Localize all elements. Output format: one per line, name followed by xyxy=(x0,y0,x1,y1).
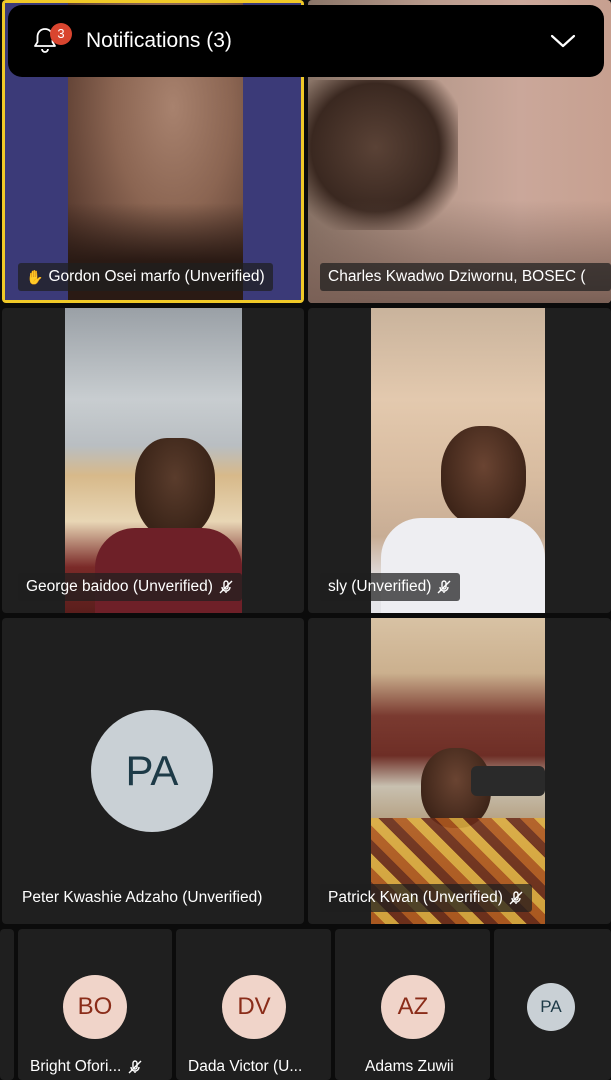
participant-tile-sly[interactable]: sly (Unverified) xyxy=(308,308,611,613)
participant-name: sly (Unverified) xyxy=(328,578,432,595)
chevron-down-icon[interactable] xyxy=(550,31,576,51)
participant-name: Adams Zuwii xyxy=(365,1058,454,1075)
participant-name-bar: Patrick Kwan (Unverified) xyxy=(320,884,532,912)
participant-name-bar: Charles Kwadwo Dziwornu, BOSEC ( xyxy=(320,263,611,291)
strip-tile-partial[interactable] xyxy=(0,929,14,1080)
participant-avatar: PA xyxy=(527,983,575,1031)
mic-muted-icon xyxy=(509,891,523,905)
notifications-banner[interactable]: 3 Notifications (3) xyxy=(8,5,604,77)
participant-name-bar: Adams Zuwii xyxy=(365,1058,482,1076)
participant-name: George baidoo (Unverified) xyxy=(26,578,213,595)
participant-tile-peter[interactable]: PA Peter Kwashie Adzaho (Unverified) xyxy=(2,618,304,924)
strip-tile-pa[interactable]: PA xyxy=(494,929,611,1080)
notification-count-badge: 3 xyxy=(50,23,72,45)
participant-name-bar: George baidoo (Unverified) xyxy=(18,573,242,601)
participant-name-bar: Dada Victor (U... xyxy=(188,1058,323,1076)
participant-name: Dada Victor (U... xyxy=(188,1058,303,1075)
mic-muted-icon xyxy=(437,580,451,594)
mic-muted-icon xyxy=(128,1060,142,1074)
participant-name: Charles Kwadwo Dziwornu, BOSEC ( xyxy=(328,268,586,285)
participant-tile-george[interactable]: George baidoo (Unverified) xyxy=(2,308,304,613)
participant-tile-patrick[interactable]: Patrick Kwan (Unverified) xyxy=(308,618,611,924)
raised-hand-icon: ✋ xyxy=(26,269,44,285)
video-feed xyxy=(371,308,545,613)
strip-tile-dada[interactable]: DV Dada Victor (U... xyxy=(176,929,331,1080)
participant-avatar: DV xyxy=(222,975,286,1039)
participant-avatar: PA xyxy=(91,710,213,832)
participant-name-bar: Peter Kwashie Adzaho (Unverified) xyxy=(14,884,270,912)
strip-tile-adams[interactable]: AZ Adams Zuwii xyxy=(335,929,490,1080)
mic-muted-icon xyxy=(219,580,233,594)
participant-avatar: BO xyxy=(63,975,127,1039)
participant-name-bar: Bright Ofori... xyxy=(30,1058,164,1076)
participant-name-bar: ✋ Gordon Osei marfo (Unverified) xyxy=(18,263,273,291)
participant-name: Gordon Osei marfo (Unverified) xyxy=(48,268,265,285)
participant-name: Bright Ofori... xyxy=(30,1058,122,1075)
video-feed xyxy=(65,308,242,613)
notifications-label: Notifications (3) xyxy=(86,29,232,52)
participant-name: Patrick Kwan (Unverified) xyxy=(328,889,503,906)
participant-avatar: AZ xyxy=(381,975,445,1039)
strip-tile-bright[interactable]: BO Bright Ofori... xyxy=(18,929,172,1080)
participant-name-bar: sly (Unverified) xyxy=(320,573,461,601)
video-feed xyxy=(371,618,545,924)
participant-name: Peter Kwashie Adzaho (Unverified) xyxy=(22,889,263,906)
